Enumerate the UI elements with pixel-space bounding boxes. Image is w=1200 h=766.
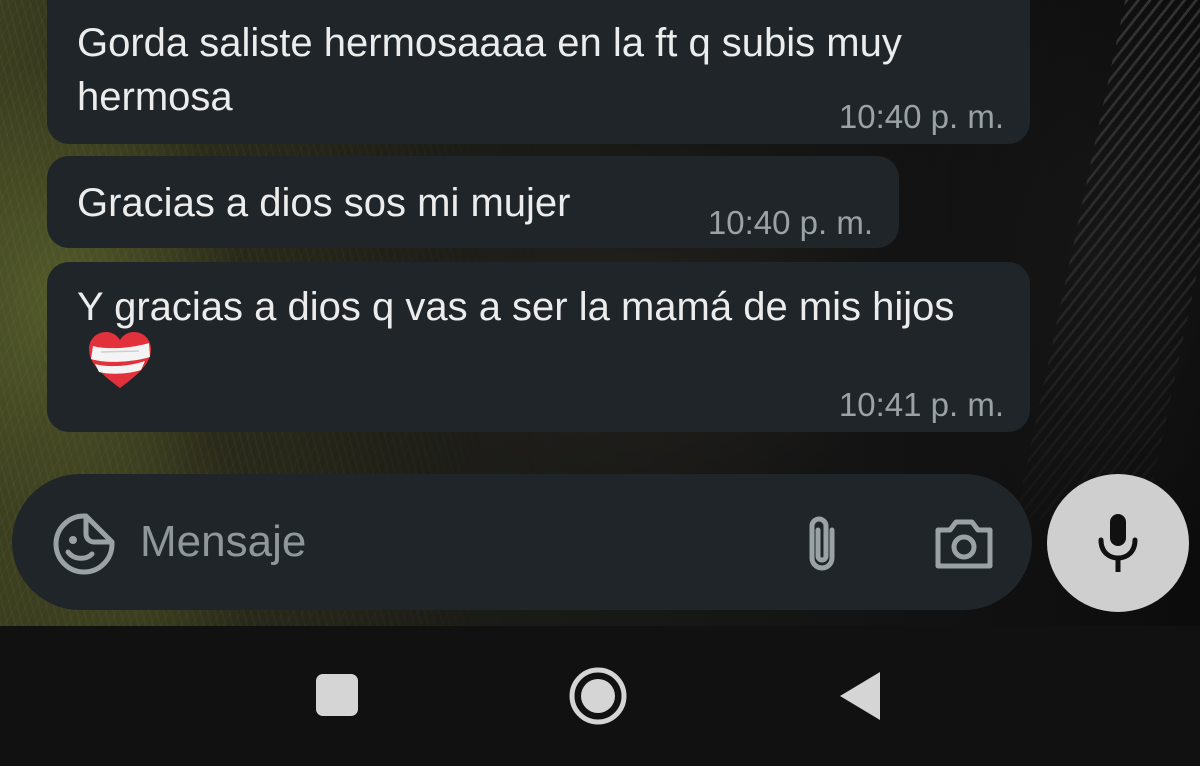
mending-heart-icon <box>89 332 151 388</box>
system-navigation-bar <box>0 626 1200 766</box>
message-time: 10:40 p. m. <box>838 98 1004 135</box>
sticker-smiley-icon[interactable] <box>52 512 116 576</box>
message-bubble[interactable]: Y gracias a dios q vas a ser la mamá de … <box>47 262 1030 432</box>
home-circle-icon[interactable] <box>568 666 628 726</box>
message-bubble[interactable]: Gracias a dios sos mi mujer 10:40 p. m. <box>47 156 899 248</box>
paperclip-icon[interactable] <box>802 512 842 576</box>
message-text: Y gracias a dios q vas a ser la mamá de … <box>77 285 955 329</box>
message-time: 10:41 p. m. <box>838 386 1004 423</box>
message-text: Gracias a dios sos mi mujer <box>77 181 571 225</box>
microphone-icon <box>1098 514 1138 572</box>
message-text-with-emoji: Y gracias a dios q vas a ser la mamá de … <box>77 280 1017 394</box>
chat-screen: Gorda saliste hermosaaaa en la ft q subi… <box>0 0 1200 766</box>
camera-icon[interactable] <box>932 516 996 572</box>
voice-record-button[interactable] <box>1047 474 1189 612</box>
message-composer <box>12 474 1032 610</box>
message-input[interactable] <box>140 510 760 574</box>
recents-square-icon[interactable] <box>316 674 358 716</box>
back-triangle-icon[interactable] <box>838 670 882 722</box>
message-time: 10:40 p. m. <box>707 204 873 241</box>
message-bubble[interactable]: Gorda saliste hermosaaaa en la ft q subi… <box>47 0 1030 144</box>
